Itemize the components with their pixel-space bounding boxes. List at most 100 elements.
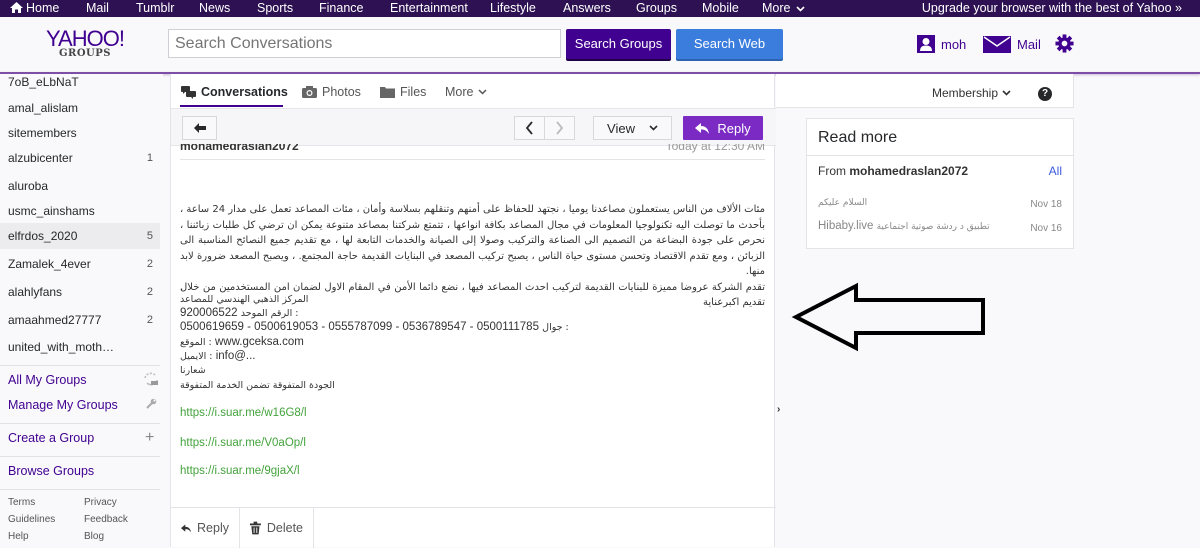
- sidebar-group-item[interactable]: united_with_moth…: [0, 334, 160, 360]
- footer-help-link[interactable]: Help: [8, 531, 29, 542]
- message-author[interactable]: mohamedraslan2072: [180, 144, 299, 153]
- nav-tumblr[interactable]: Tumblr: [136, 1, 174, 16]
- message-toolbar: View Reply: [171, 109, 776, 146]
- sidebar-group-item[interactable]: Zamalek_4ever 2: [0, 251, 160, 277]
- sidebar-group-item[interactable]: alahlyfans 2: [0, 279, 160, 305]
- back-button[interactable]: [182, 116, 217, 140]
- sidebar-divider: [0, 456, 160, 457]
- groups-sync-icon: [143, 372, 159, 389]
- message-link[interactable]: https://i.suar.me/9gjaX/l: [180, 465, 300, 477]
- signature-mobile: 0500619659 - 0500619053 - 0555787099 - 0…: [180, 321, 569, 333]
- nav-groups[interactable]: Groups: [636, 1, 677, 16]
- folder-icon: [380, 87, 395, 98]
- sidebar-divider: [0, 365, 160, 366]
- nav-answers[interactable]: Answers: [563, 1, 611, 16]
- sidebar-group-item[interactable]: alzubicenter 1: [0, 145, 160, 171]
- message-header: mohamedraslan2072 Today at 12:30 AM: [180, 144, 765, 160]
- group-tabs: Conversations Photos Files More: [171, 74, 776, 109]
- top-nav-bar: Home Mail Tumblr News Sports Finance Ent…: [0, 0, 1200, 17]
- tab-files[interactable]: Files: [380, 85, 426, 99]
- chevron-right-icon: [556, 121, 564, 135]
- message-link[interactable]: https://i.suar.me/w16G8/l: [180, 407, 307, 419]
- conversations-icon: [181, 85, 196, 99]
- chevron-down-icon: [649, 125, 658, 131]
- footer-guidelines-link[interactable]: Guidelines: [8, 514, 55, 525]
- trash-icon: [250, 521, 261, 535]
- view-dropdown[interactable]: View: [593, 116, 672, 140]
- camera-icon: [302, 86, 317, 98]
- chevron-down-icon: [478, 89, 488, 95]
- help-icon[interactable]: ?: [1038, 87, 1052, 101]
- sidebar-group-item[interactable]: aluroba: [0, 173, 160, 199]
- nav-news[interactable]: News: [199, 1, 230, 16]
- tab-more[interactable]: More: [445, 85, 488, 99]
- read-more-panel: Read more From mohamedraslan2072 All الس…: [806, 118, 1074, 249]
- footer-delete-button[interactable]: Delete: [240, 508, 314, 548]
- sidebar: 7oB_eLbNaT amal_alislam sitemembers alzu…: [0, 74, 163, 547]
- search-groups-button[interactable]: Search Groups: [566, 29, 671, 59]
- active-tab-indicator: [180, 105, 283, 107]
- nav-sports[interactable]: Sports: [257, 1, 293, 16]
- sidebar-group-item[interactable]: 7oB_eLbNaT: [0, 69, 160, 95]
- wrench-icon: [146, 398, 157, 412]
- read-more-item[interactable]: Hibaby.live تطبيق د ردشة صوتية اجتماعية: [818, 220, 990, 232]
- create-group-link[interactable]: Create a Group: [8, 431, 94, 445]
- settings-gear-icon[interactable]: [1055, 34, 1074, 58]
- previous-message-button[interactable]: [514, 116, 545, 140]
- message-footer-actions: Reply Delete: [171, 507, 776, 548]
- user-avatar-icon: [917, 35, 935, 53]
- header: YAHOO! GROUPS Search Groups Search Web m…: [0, 17, 1200, 72]
- nav-lifestyle[interactable]: Lifestyle: [490, 1, 536, 16]
- manage-my-groups-link[interactable]: Manage My Groups: [8, 398, 118, 412]
- sidebar-group-item-active[interactable]: elfrdos_2020 5: [0, 223, 160, 249]
- read-more-item[interactable]: السلام عليكم: [818, 196, 867, 208]
- sidebar-group-item[interactable]: usmc_ainshams: [0, 198, 160, 224]
- chevron-down-icon: [1002, 90, 1011, 96]
- read-more-all-link[interactable]: All: [1049, 164, 1062, 178]
- footer-terms-link[interactable]: Terms: [8, 497, 35, 508]
- read-more-item-date: Nov 18: [1030, 199, 1062, 210]
- next-message-button[interactable]: [544, 116, 575, 140]
- read-more-title: Read more: [818, 129, 898, 146]
- collapse-panel-chevron-icon[interactable]: ›: [777, 404, 780, 415]
- nav-entertainment[interactable]: Entertainment: [390, 1, 468, 16]
- reply-button[interactable]: Reply: [683, 116, 763, 140]
- sidebar-group-item[interactable]: sitemembers: [0, 120, 160, 146]
- search-conversations-input[interactable]: [168, 29, 561, 58]
- footer-reply-button[interactable]: Reply: [171, 508, 240, 548]
- message-timestamp: Today at 12:30 AM: [665, 144, 765, 153]
- tab-photos[interactable]: Photos: [302, 85, 361, 99]
- user-profile-link[interactable]: moh: [917, 35, 966, 53]
- home-icon: [10, 2, 23, 13]
- read-more-divider: [807, 155, 1073, 156]
- footer-blog-link[interactable]: Blog: [84, 531, 104, 542]
- reply-arrow-icon: [181, 524, 192, 532]
- tab-conversations[interactable]: Conversations: [181, 85, 288, 99]
- chevron-left-icon: [525, 121, 533, 135]
- footer-privacy-link[interactable]: Privacy: [84, 497, 117, 508]
- upgrade-browser-link[interactable]: Upgrade your browser with the best of Ya…: [922, 1, 1182, 16]
- nav-more[interactable]: More: [762, 1, 805, 16]
- chevron-down-icon: [796, 6, 805, 12]
- nav-mail[interactable]: Mail: [86, 1, 109, 16]
- signature-slogan-label: شعارنا: [180, 365, 206, 376]
- conversation-panel: Conversations Photos Files More View Rep…: [170, 74, 776, 548]
- read-more-from: From mohamedraslan2072: [818, 164, 969, 178]
- browse-groups-link[interactable]: Browse Groups: [8, 464, 94, 478]
- yahoo-groups-logo[interactable]: YAHOO! GROUPS: [40, 28, 130, 60]
- nav-finance[interactable]: Finance: [319, 1, 363, 16]
- search-web-button[interactable]: Search Web: [676, 29, 783, 59]
- annotation-arrow-left-icon: [791, 282, 985, 352]
- sidebar-divider: [0, 489, 160, 490]
- sidebar-group-item[interactable]: amaahmed27777 2: [0, 307, 160, 333]
- footer-feedback-link[interactable]: Feedback: [84, 514, 128, 525]
- sidebar-group-item[interactable]: amal_alislam: [0, 95, 160, 121]
- mail-link[interactable]: Mail: [983, 36, 1041, 53]
- arrow-left-icon: [193, 123, 206, 133]
- read-more-item-date: Nov 16: [1030, 223, 1062, 234]
- all-my-groups-link[interactable]: All My Groups: [8, 373, 87, 387]
- message-link[interactable]: https://i.suar.me/V0aOp/l: [180, 437, 306, 449]
- nav-home[interactable]: Home: [10, 1, 59, 16]
- membership-dropdown[interactable]: Membership: [932, 86, 1011, 100]
- nav-mobile[interactable]: Mobile: [702, 1, 739, 16]
